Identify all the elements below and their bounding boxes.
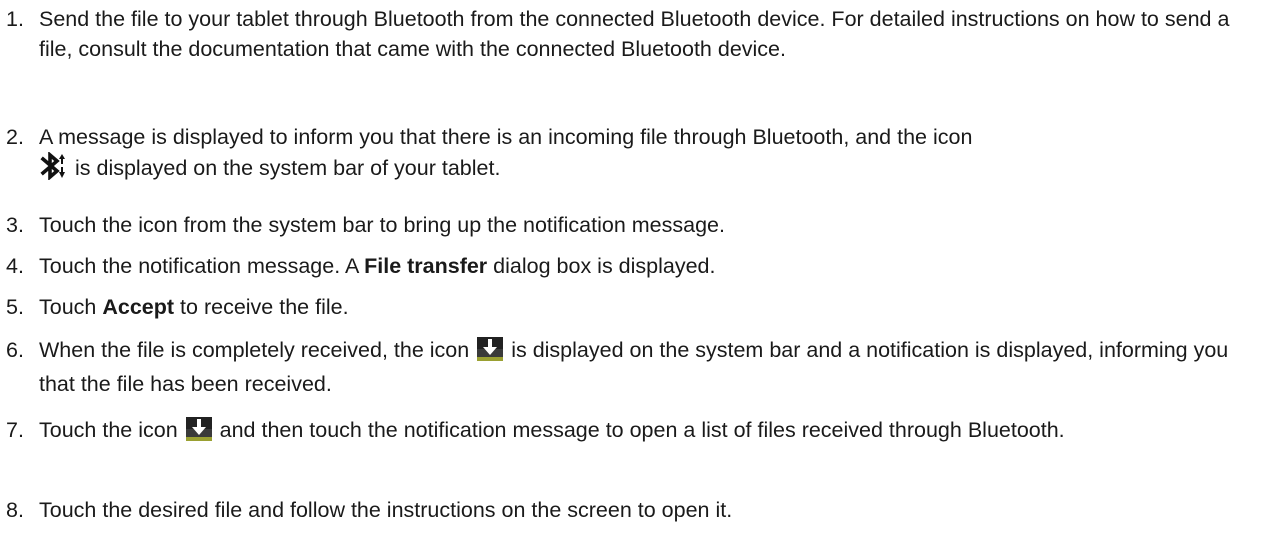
step-text: Touch the notification message. A	[39, 254, 359, 278]
step-number: 1.	[6, 7, 24, 31]
step-number: 3.	[6, 213, 24, 237]
step-text: Touch the icon from the system bar to br…	[39, 213, 725, 237]
step-number: 5.	[6, 295, 24, 319]
step-number: 4.	[6, 254, 24, 278]
step-text: Touch the icon	[39, 418, 178, 442]
step-body: A message is displayed to inform you tha…	[39, 122, 1267, 186]
step-text: Send the file to your tablet through Blu…	[39, 7, 1230, 61]
dialog-name: File transfer	[364, 254, 488, 278]
bluetooth-transfer-icon: is displayed on the system bar of your t…	[39, 152, 1267, 186]
step-text-continued: to receive the file.	[180, 295, 349, 319]
step-text: When the file is completely received, th…	[39, 338, 470, 362]
step-text: Touch	[39, 295, 97, 319]
step-text: A message is displayed to inform you tha…	[39, 125, 973, 149]
step-text-continued: dialog box is displayed.	[493, 254, 716, 278]
step-body: When the file is completely received, th…	[39, 335, 1267, 399]
step-body: Touch the icon and then touch the notifi…	[39, 415, 1267, 449]
download-complete-icon	[475, 337, 505, 369]
step-number: 7.	[6, 418, 24, 442]
step-number: 8.	[6, 498, 24, 522]
download-complete-icon	[184, 417, 214, 449]
step-text-continued: is displayed on the system bar of your t…	[74, 156, 501, 180]
step-body: Touch Accept to receive the file.	[39, 292, 1267, 322]
step-text-continued: and then touch the notification message …	[219, 418, 1065, 442]
step-text: Touch the desired file and follow the in…	[39, 498, 733, 522]
step-number: 2.	[6, 125, 24, 149]
step-number: 6.	[6, 338, 24, 362]
step-body: Touch the notification message. A File t…	[39, 251, 1267, 281]
accept-label: Accept	[102, 295, 175, 319]
